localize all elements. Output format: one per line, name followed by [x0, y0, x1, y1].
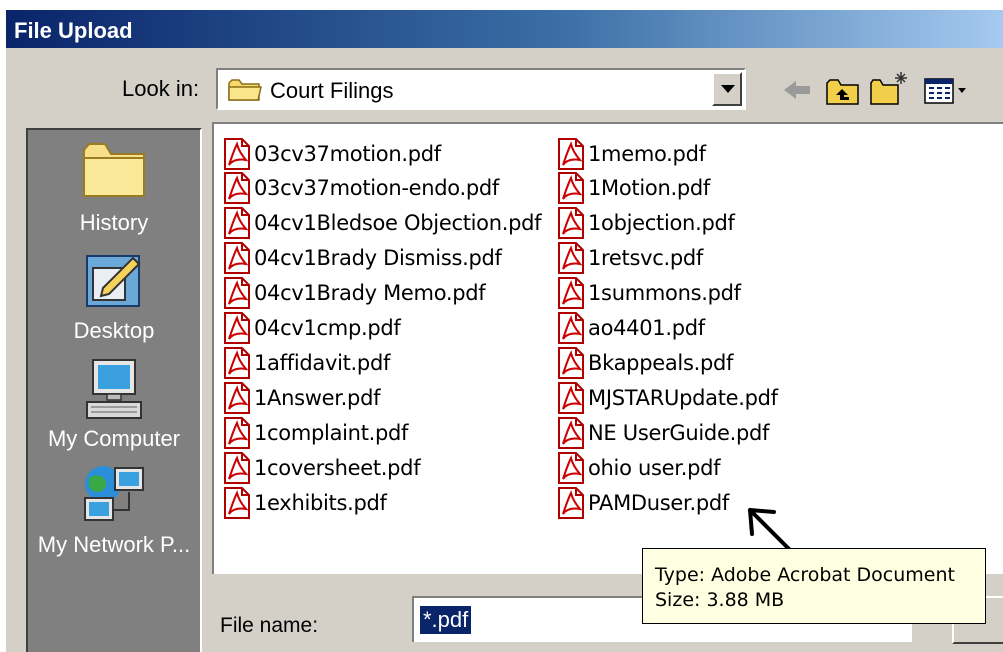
pdf-file-icon [558, 138, 584, 170]
pdf-file-icon [558, 312, 584, 344]
file-item[interactable]: 1exhibits.pdf [220, 487, 387, 519]
pdf-file-icon [558, 417, 584, 449]
pdf-file-icon [224, 207, 250, 239]
file-item[interactable]: 1coversheet.pdf [220, 452, 421, 484]
file-name-value: *.pdf [420, 606, 472, 634]
pdf-file-icon [558, 172, 584, 204]
file-item[interactable]: NE UserGuide.pdf [554, 417, 769, 449]
file-info-tooltip: Type: Adobe Acrobat Document Size: 3.88 … [642, 548, 986, 624]
pdf-file-icon [558, 347, 584, 379]
file-name-label: File name: [220, 614, 319, 637]
places-bar: History Desktop My Computer My Network P… [26, 128, 202, 652]
pdf-file-icon [224, 382, 250, 414]
view-menu-icon[interactable] [924, 78, 968, 109]
my-network-places-icon [84, 466, 144, 521]
tooltip-size: Size: 3.88 MB [655, 589, 785, 611]
places-my-network-label: My Network P... [37, 532, 191, 557]
places-my-computer-label: My Computer [47, 426, 181, 451]
file-item[interactable]: ohio user.pdf [554, 452, 721, 484]
file-name: 04cv1Brady Memo.pdf [254, 281, 486, 305]
file-name: 1coversheet.pdf [254, 456, 421, 480]
file-item[interactable]: 1complaint.pdf [220, 417, 408, 449]
file-item[interactable]: 03cv37motion-endo.pdf [220, 172, 499, 204]
file-item[interactable]: ao4401.pdf [554, 312, 705, 344]
file-name: 1objection.pdf [588, 211, 735, 235]
file-item[interactable]: 04cv1Brady Memo.pdf [220, 277, 486, 309]
pdf-file-icon [224, 277, 250, 309]
places-my-network[interactable] [28, 462, 200, 533]
pdf-file-icon [558, 382, 584, 414]
pdf-file-icon [224, 487, 250, 519]
places-history-label: History [79, 210, 149, 235]
pdf-file-icon [224, 138, 250, 170]
back-icon[interactable] [782, 78, 814, 107]
desktop-icon [86, 255, 141, 307]
file-item[interactable]: 1Answer.pdf [220, 382, 381, 414]
tooltip-type: Type: Adobe Acrobat Document [655, 564, 955, 586]
places-history[interactable] [28, 140, 200, 203]
file-name: ohio user.pdf [588, 456, 721, 480]
current-folder-name: Court Filings [270, 78, 394, 103]
file-item[interactable]: 04cv1Bledsoe Objection.pdf [220, 207, 542, 239]
file-name: 04cv1cmp.pdf [254, 316, 401, 340]
places-my-computer[interactable] [28, 356, 200, 427]
file-name: 1Answer.pdf [254, 386, 381, 410]
file-name: NE UserGuide.pdf [588, 421, 770, 445]
dropdown-button[interactable] [712, 72, 742, 106]
my-computer-icon [86, 359, 142, 419]
folder-icon [228, 78, 262, 107]
dialog-title: File Upload [14, 18, 133, 43]
file-item[interactable]: 1affidavit.pdf [220, 347, 390, 379]
file-name: 04cv1Bledsoe Objection.pdf [254, 211, 542, 235]
pdf-file-icon [224, 417, 250, 449]
file-item[interactable]: 1objection.pdf [554, 207, 735, 239]
file-name: 1Motion.pdf [588, 176, 710, 200]
file-name: 1complaint.pdf [254, 421, 409, 445]
pdf-file-icon [558, 487, 584, 519]
file-item[interactable]: 1memo.pdf [554, 138, 706, 170]
look-in-label: Look in: [122, 76, 200, 101]
pdf-file-icon [224, 172, 250, 204]
file-name: 1memo.pdf [588, 142, 706, 166]
pdf-file-icon [224, 347, 250, 379]
file-name: PAMDuser.pdf [588, 491, 729, 515]
history-folder-icon [83, 143, 145, 197]
file-item[interactable]: 1retsvc.pdf [554, 242, 703, 274]
look-in-dropdown[interactable]: Court Filings [216, 68, 746, 110]
up-one-level-icon[interactable] [826, 78, 860, 111]
file-name: ao4401.pdf [588, 316, 705, 340]
file-name: 1summons.pdf [588, 281, 741, 305]
pdf-file-icon [224, 242, 250, 274]
places-desktop-label: Desktop [73, 318, 155, 343]
chevron-down-icon [721, 85, 735, 93]
file-item[interactable]: PAMDuser.pdf [554, 487, 729, 519]
file-item[interactable]: 04cv1cmp.pdf [220, 312, 401, 344]
file-name: 1retsvc.pdf [588, 246, 704, 270]
pdf-file-icon [224, 312, 250, 344]
file-name: MJSTARUpdate.pdf [588, 386, 778, 410]
file-item[interactable]: 1Motion.pdf [554, 172, 710, 204]
file-item[interactable]: MJSTARUpdate.pdf [554, 382, 778, 414]
pdf-file-icon [224, 452, 250, 484]
file-name: Bkappeals.pdf [588, 351, 734, 375]
file-name: 03cv37motion.pdf [254, 142, 441, 166]
pdf-file-icon [558, 277, 584, 309]
file-name: 03cv37motion-endo.pdf [254, 176, 499, 200]
file-name: 04cv1Brady Dismiss.pdf [254, 246, 502, 270]
file-item[interactable]: 03cv37motion.pdf [220, 138, 441, 170]
file-name: 1exhibits.pdf [254, 491, 387, 515]
create-new-folder-icon[interactable] [870, 70, 910, 111]
file-list[interactable]: 03cv37motion.pdf 03cv37motion-endo.pdf 0… [212, 122, 1003, 574]
pdf-file-icon [558, 207, 584, 239]
pdf-file-icon [558, 452, 584, 484]
file-name: 1affidavit.pdf [254, 351, 391, 375]
file-item[interactable]: 1summons.pdf [554, 277, 741, 309]
title-bar[interactable]: File Upload [6, 10, 1003, 48]
file-item[interactable]: 04cv1Brady Dismiss.pdf [220, 242, 502, 274]
pdf-file-icon [558, 242, 584, 274]
file-item[interactable]: Bkappeals.pdf [554, 347, 733, 379]
places-desktop[interactable] [28, 250, 200, 317]
